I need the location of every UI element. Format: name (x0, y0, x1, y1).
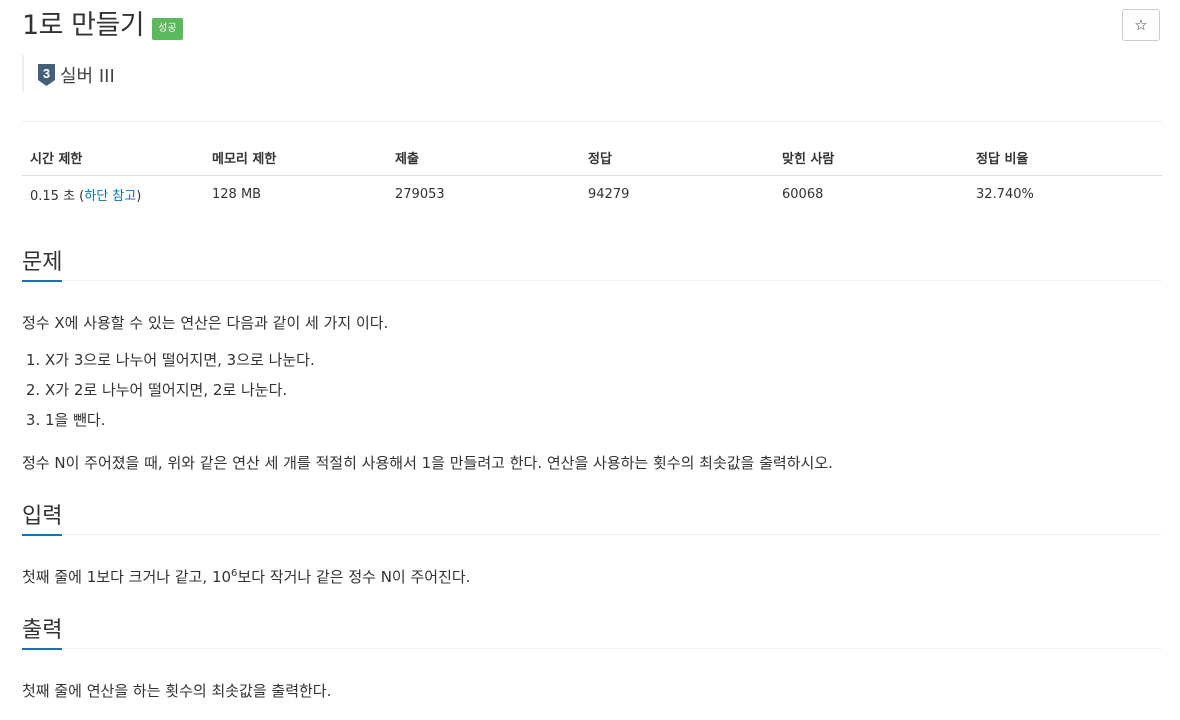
ratio-value: 32.740% (976, 187, 1034, 202)
problem-body: 정수 N이 주어졌을 때, 위와 같은 연산 세 개를 적절히 사용해서 1을 … (22, 454, 833, 472)
tier-label: 실버 III (60, 66, 115, 87)
star-icon: ☆ (1134, 16, 1148, 34)
title-row: 1로 만들기 성공 (22, 8, 183, 44)
problem-info-table: 시간 제한 메모리 제한 제출 정답 맞힌 사람 정답 비율 0.15 초 (하… (22, 140, 1162, 213)
col-ratio: 정답 비율 (968, 140, 1162, 176)
problem-heading-accent (22, 280, 62, 282)
time-limit-value: 0.15 초 ( (30, 189, 85, 204)
time-limit-cell: 0.15 초 (하단 참고) (22, 176, 204, 214)
time-limit-note-link[interactable]: 하단 참고 (84, 189, 136, 204)
output-heading-accent (22, 648, 62, 650)
memory-limit-value: 128 MB (212, 187, 262, 202)
input-text-before: 첫째 줄에 1보다 크거나 같고, 10 (22, 568, 232, 586)
list-item: 1을 뺀다. (45, 407, 315, 437)
col-solvers: 맞힌 사람 (774, 140, 968, 176)
col-submissions: 제출 (387, 140, 580, 176)
input-heading: 입력 (22, 504, 63, 529)
tier-border (22, 55, 24, 92)
col-time-limit: 시간 제한 (22, 140, 204, 176)
problem-intro: 정수 X에 사용할 수 있는 연산은 다음과 같이 세 가지 이다. (22, 314, 389, 332)
problem-heading: 문제 (22, 250, 63, 275)
problem-heading-underline (22, 280, 1162, 281)
tier-icon-digit: 3 (43, 66, 50, 81)
input-heading-accent (22, 534, 62, 536)
submissions-value: 279053 (395, 187, 445, 202)
input-heading-underline (22, 534, 1162, 535)
solvers-value: 60068 (782, 187, 824, 202)
operation-list: X가 3으로 나누어 떨어지면, 3으로 나눈다. X가 2로 나누어 떨어지면… (22, 347, 315, 437)
list-item: X가 3으로 나누어 떨어지면, 3으로 나눈다. (45, 347, 315, 377)
status-badge: 성공 (152, 18, 183, 40)
input-description: 첫째 줄에 1보다 크거나 같고, 106보다 작거나 같은 정수 N이 주어진… (22, 566, 470, 587)
col-memory-limit: 메모리 제한 (204, 140, 387, 176)
divider (22, 121, 1162, 122)
table-header-row: 시간 제한 메모리 제한 제출 정답 맞힌 사람 정답 비율 (22, 140, 1162, 176)
problem-page: 1로 만들기 성공 ☆ 3 실버 III 시간 제한 메모리 제한 제출 정답 … (0, 0, 1180, 720)
output-heading: 출력 (22, 618, 63, 643)
output-description: 첫째 줄에 연산을 하는 횟수의 최솟값을 출력한다. (22, 682, 332, 700)
star-button[interactable]: ☆ (1122, 9, 1160, 41)
tier-silver-icon: 3 (38, 64, 55, 86)
accepted-value: 94279 (588, 187, 630, 202)
input-text-after: 보다 작거나 같은 정수 N이 주어진다. (237, 568, 471, 586)
problem-title: 1로 만들기 (22, 10, 145, 41)
table-row: 0.15 초 (하단 참고) 128 MB 279053 94279 60068… (22, 176, 1162, 214)
time-limit-close: ) (136, 189, 142, 204)
tier: 3 실버 III (38, 62, 115, 88)
list-item: X가 2로 나누어 떨어지면, 2로 나눈다. (45, 377, 315, 407)
output-heading-underline (22, 648, 1162, 649)
col-accepted: 정답 (580, 140, 774, 176)
